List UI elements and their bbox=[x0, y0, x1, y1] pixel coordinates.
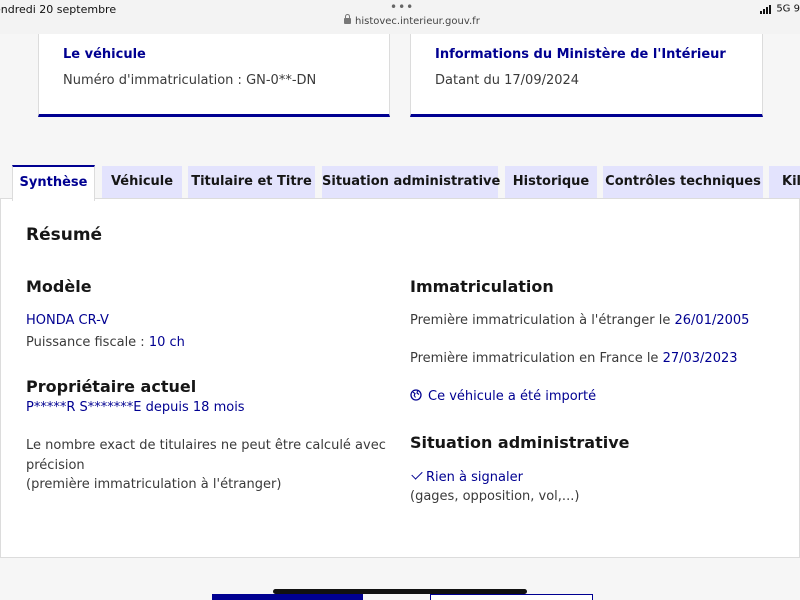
home-indicator[interactable] bbox=[273, 589, 527, 594]
owner-name: P*****R S*******E bbox=[26, 400, 142, 415]
owner-since-value: 18 mois bbox=[192, 400, 245, 415]
primary-button[interactable] bbox=[212, 594, 363, 600]
fiscal-power-value: 10 ch bbox=[148, 335, 185, 350]
address-url: histovec.interieur.gouv.fr bbox=[355, 16, 480, 27]
tab-vehicule[interactable]: Véhicule bbox=[102, 166, 182, 198]
imported-text: Ce véhicule a été importé bbox=[428, 389, 597, 404]
owner-note-line1: Le nombre exact de titulaires ne peut êt… bbox=[26, 438, 386, 453]
vehicle-card-title: Le véhicule bbox=[63, 47, 146, 62]
owner-since-label: depuis bbox=[145, 400, 189, 415]
tab-historique[interactable]: Historique bbox=[505, 166, 597, 198]
registration-number: Numéro d'immatriculation : GN-0**-DN bbox=[63, 73, 317, 88]
owner-note-line3: (première immatriculation à l'étranger) bbox=[26, 477, 282, 492]
first-registration-foreign: Première immatriculation à l'étranger le… bbox=[410, 313, 749, 328]
summary-heading: Résumé bbox=[26, 225, 103, 245]
tab-bar: Synthèse Véhicule Titulaire et Titre Sit… bbox=[0, 165, 800, 201]
registration-heading: Immatriculation bbox=[410, 277, 554, 296]
first-registration-foreign-date: 26/01/2005 bbox=[674, 313, 750, 328]
owner-note-line2: précision bbox=[26, 458, 85, 473]
browser-menu-dots-icon[interactable]: ••• bbox=[390, 0, 414, 14]
first-registration-france: Première immatriculation en France le 27… bbox=[410, 351, 738, 366]
first-registration-foreign-label: Première immatriculation à l'étranger le bbox=[410, 313, 671, 328]
fiscal-power-label: Puissance fiscale : bbox=[26, 335, 145, 350]
admin-status-text: Rien à signaler bbox=[426, 470, 523, 485]
signal-icon bbox=[760, 3, 772, 14]
tab-controles-techniques[interactable]: Contrôles techniques bbox=[603, 166, 763, 198]
admin-heading: Situation administrative bbox=[410, 433, 630, 452]
globe-icon bbox=[410, 389, 422, 401]
imported-notice: Ce véhicule a été importé bbox=[410, 389, 596, 404]
ministry-card-title: Informations du Ministère de l'Intérieur bbox=[435, 47, 726, 62]
tab-kilometrage[interactable]: Kil bbox=[769, 166, 800, 198]
owner-line: P*****R S*******E depuis 18 mois bbox=[26, 400, 245, 415]
tab-situation-administrative[interactable]: Situation administrative bbox=[322, 166, 500, 198]
check-icon bbox=[411, 468, 423, 480]
address-bar[interactable]: histovec.interieur.gouv.fr bbox=[344, 14, 480, 27]
tab-synthese[interactable]: Synthèse bbox=[12, 165, 95, 201]
ministry-card: Informations du Ministère de l'Intérieur… bbox=[410, 34, 763, 117]
secondary-button[interactable] bbox=[430, 594, 593, 600]
status-date: endredi 20 septembre bbox=[0, 3, 117, 16]
ministry-date: Datant du 17/09/2024 bbox=[435, 73, 580, 88]
model-name: HONDA CR-V bbox=[26, 313, 109, 328]
status-indicators: 5G 9 bbox=[760, 3, 800, 15]
admin-status: Rien à signaler bbox=[410, 468, 523, 485]
vehicle-card: Le véhicule Numéro d'immatriculation : G… bbox=[38, 34, 390, 117]
tab-titulaire-titre[interactable]: Titulaire et Titre bbox=[188, 166, 315, 198]
first-registration-france-label: Première immatriculation en France le bbox=[410, 351, 659, 366]
fiscal-power: Puissance fiscale : 10 ch bbox=[26, 335, 185, 350]
lock-icon bbox=[344, 14, 351, 24]
status-bar: endredi 20 septembre ••• histovec.interi… bbox=[0, 0, 800, 34]
battery-label: 9 bbox=[793, 3, 800, 15]
model-heading: Modèle bbox=[26, 277, 92, 296]
first-registration-france-date: 27/03/2023 bbox=[662, 351, 738, 366]
admin-details: (gages, opposition, vol,...) bbox=[410, 489, 580, 504]
network-label: 5G bbox=[776, 3, 791, 15]
owner-heading: Propriétaire actuel bbox=[26, 377, 197, 396]
